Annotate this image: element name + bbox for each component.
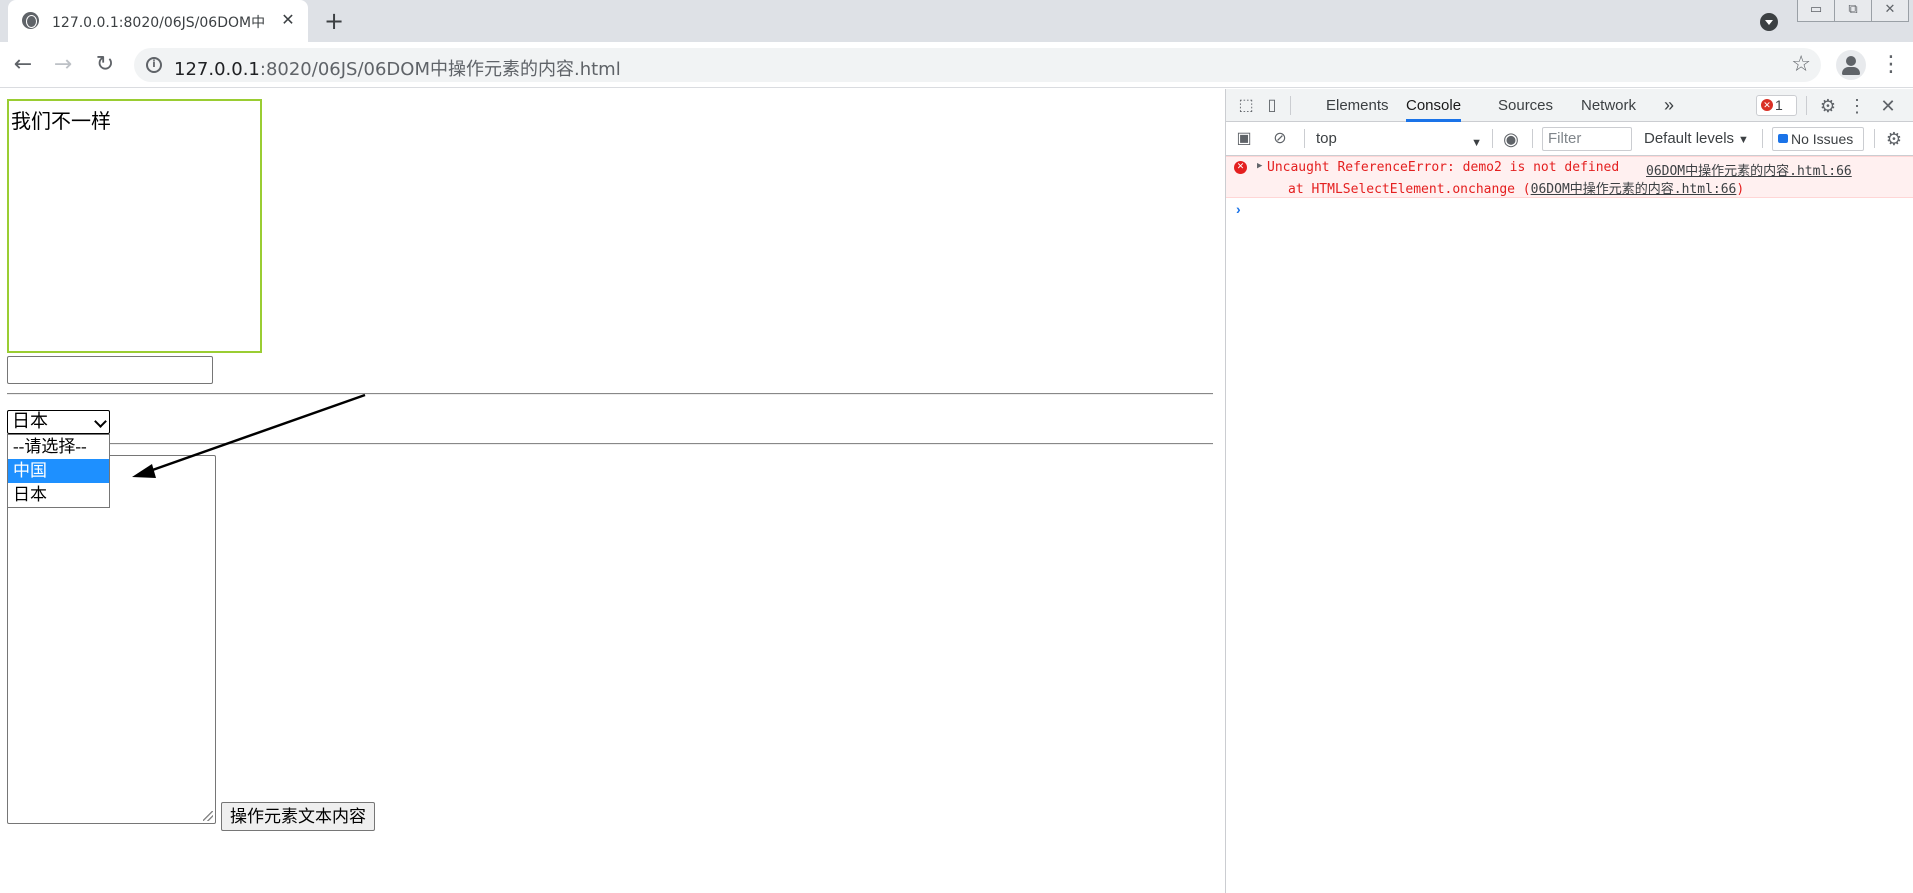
operate-text-button[interactable]: 操作元素文本内容 — [221, 802, 375, 831]
tab-network[interactable]: Network — [1581, 89, 1636, 122]
browser-chrome: 127.0.0.1:8020/06JS/06DOM中 ✕ + ▭ ⧉ ✕ ← →… — [0, 0, 1913, 88]
separator — [1762, 129, 1763, 148]
menu-icon[interactable]: ⋮ — [1880, 50, 1902, 80]
console-prompt[interactable]: › — [1236, 201, 1241, 217]
reload-icon[interactable]: ↻ — [90, 50, 120, 80]
minimize-button[interactable]: ▭ — [1797, 0, 1835, 22]
kebab-icon[interactable]: ⋮ — [1847, 96, 1867, 116]
separator — [1874, 129, 1875, 148]
sidebar-icon[interactable]: ▣ — [1234, 129, 1254, 149]
error-count-badge[interactable]: 1 — [1756, 95, 1797, 116]
dropdown-triangle-icon: ▼ — [1738, 134, 1749, 146]
tab-elements[interactable]: Elements — [1326, 89, 1389, 122]
separator — [1806, 96, 1807, 115]
country-select[interactable]: 日本 — [7, 410, 110, 434]
new-tab-button[interactable]: + — [320, 9, 348, 33]
devtools-tabbar: ⬚ ▯ Elements Console Sources Network » 1… — [1226, 89, 1913, 122]
back-arrow-icon[interactable]: ← — [8, 50, 38, 80]
select-value: 日本 — [12, 411, 48, 431]
separator — [1304, 129, 1305, 148]
clear-console-icon[interactable]: ⊘ — [1270, 129, 1290, 149]
separator — [1290, 96, 1291, 115]
window-close-button[interactable]: ✕ — [1871, 0, 1909, 22]
divider-2 — [7, 443, 1213, 445]
info-icon[interactable]: i — [146, 57, 162, 73]
dropdown-triangle-icon: ▼ — [1471, 137, 1482, 149]
globe-icon — [22, 12, 39, 29]
filter-input[interactable]: Filter — [1542, 127, 1632, 151]
tab-search-icon[interactable] — [1760, 13, 1778, 31]
separator — [1492, 129, 1493, 148]
restore-button[interactable]: ⧉ — [1834, 0, 1872, 22]
device-toggle-icon[interactable]: ▯ — [1262, 96, 1282, 116]
context-value: top — [1316, 130, 1337, 147]
resize-grip-icon[interactable] — [203, 811, 213, 821]
stack-suffix: ) — [1736, 182, 1745, 197]
separator — [1532, 129, 1533, 148]
dropdown-option[interactable]: --请选择-- — [8, 435, 109, 459]
stack-prefix: at HTMLSelectElement.onchange ( — [1288, 182, 1531, 197]
url-path: :8020/06JS/06DOM中操作元素的内容.html — [259, 59, 621, 80]
profile-icon[interactable] — [1836, 50, 1866, 80]
chevron-down-icon — [94, 415, 107, 428]
url-host: 127.0.0.1 — [174, 59, 260, 80]
browser-tab[interactable]: 127.0.0.1:8020/06JS/06DOM中 ✕ — [8, 0, 308, 42]
expand-triangle-icon[interactable]: ▶ — [1257, 161, 1262, 171]
levels-label: Default levels — [1644, 130, 1735, 147]
context-select[interactable]: top ▼ — [1314, 129, 1484, 149]
error-stack-line: at HTMLSelectElement.onchange (06DOM中操作元… — [1288, 178, 1744, 197]
tab-sources[interactable]: Sources — [1498, 89, 1553, 122]
browser-toolbar: ← → ↻ i 127.0.0.1:8020/06JS/06DOM中操作元素的内… — [0, 42, 1913, 88]
console-settings-icon[interactable]: ⚙ — [1884, 129, 1904, 149]
devtools-panel: ⬚ ▯ Elements Console Sources Network » 1… — [1225, 89, 1913, 893]
close-icon[interactable]: ✕ — [1878, 96, 1898, 116]
tab-console[interactable]: Console — [1406, 89, 1462, 122]
select-dropdown[interactable]: --请选择-- 中国 日本 — [7, 434, 110, 508]
divider-1 — [7, 393, 1213, 395]
log-levels-select[interactable]: Default levels ▼ — [1644, 129, 1754, 149]
page-viewport: 我们不一样 日本 操作元素文本内容 --请选择-- 中国 日本 — [0, 89, 1225, 893]
error-message-text: Uncaught ReferenceError: demo2 is not de… — [1267, 160, 1620, 175]
inspect-icon[interactable]: ⬚ — [1236, 96, 1256, 116]
text-input[interactable] — [7, 356, 213, 384]
tab-title: 127.0.0.1:8020/06JS/06DOM中 — [52, 15, 266, 30]
tab-close-icon[interactable]: ✕ — [278, 10, 298, 30]
console-error-message[interactable]: ✕ ▶ Uncaught ReferenceError: demo2 is no… — [1226, 156, 1913, 198]
settings-icon[interactable]: ⚙ — [1818, 96, 1838, 116]
tab-strip: 127.0.0.1:8020/06JS/06DOM中 ✕ + ▭ ⧉ ✕ — [0, 0, 1913, 42]
stack-source-link[interactable]: 06DOM中操作元素的内容.html:66 — [1531, 182, 1737, 197]
console-toolbar: ▣ ⊘ top ▼ ◉ Filter Default levels ▼ No Is… — [1226, 122, 1913, 156]
address-bar[interactable]: i 127.0.0.1:8020/06JS/06DOM中操作元素的内容.html… — [134, 48, 1821, 82]
forward-arrow-icon[interactable]: → — [48, 50, 78, 80]
issues-button[interactable]: No Issues — [1772, 127, 1864, 151]
error-icon: ✕ — [1234, 161, 1247, 174]
error-source-link[interactable]: 06DOM中操作元素的内容.html:66 — [1646, 160, 1852, 179]
star-icon[interactable]: ☆ — [1791, 52, 1811, 77]
eye-icon[interactable]: ◉ — [1501, 129, 1521, 149]
content-div: 我们不一样 — [7, 99, 262, 353]
dropdown-option-selected[interactable]: 中国 — [8, 459, 109, 483]
textarea[interactable] — [7, 455, 216, 824]
more-tabs-button[interactable]: » — [1664, 89, 1674, 122]
url-text[interactable]: 127.0.0.1:8020/06JS/06DOM中操作元素的内容.html — [174, 55, 621, 81]
dropdown-option[interactable]: 日本 — [8, 483, 109, 507]
